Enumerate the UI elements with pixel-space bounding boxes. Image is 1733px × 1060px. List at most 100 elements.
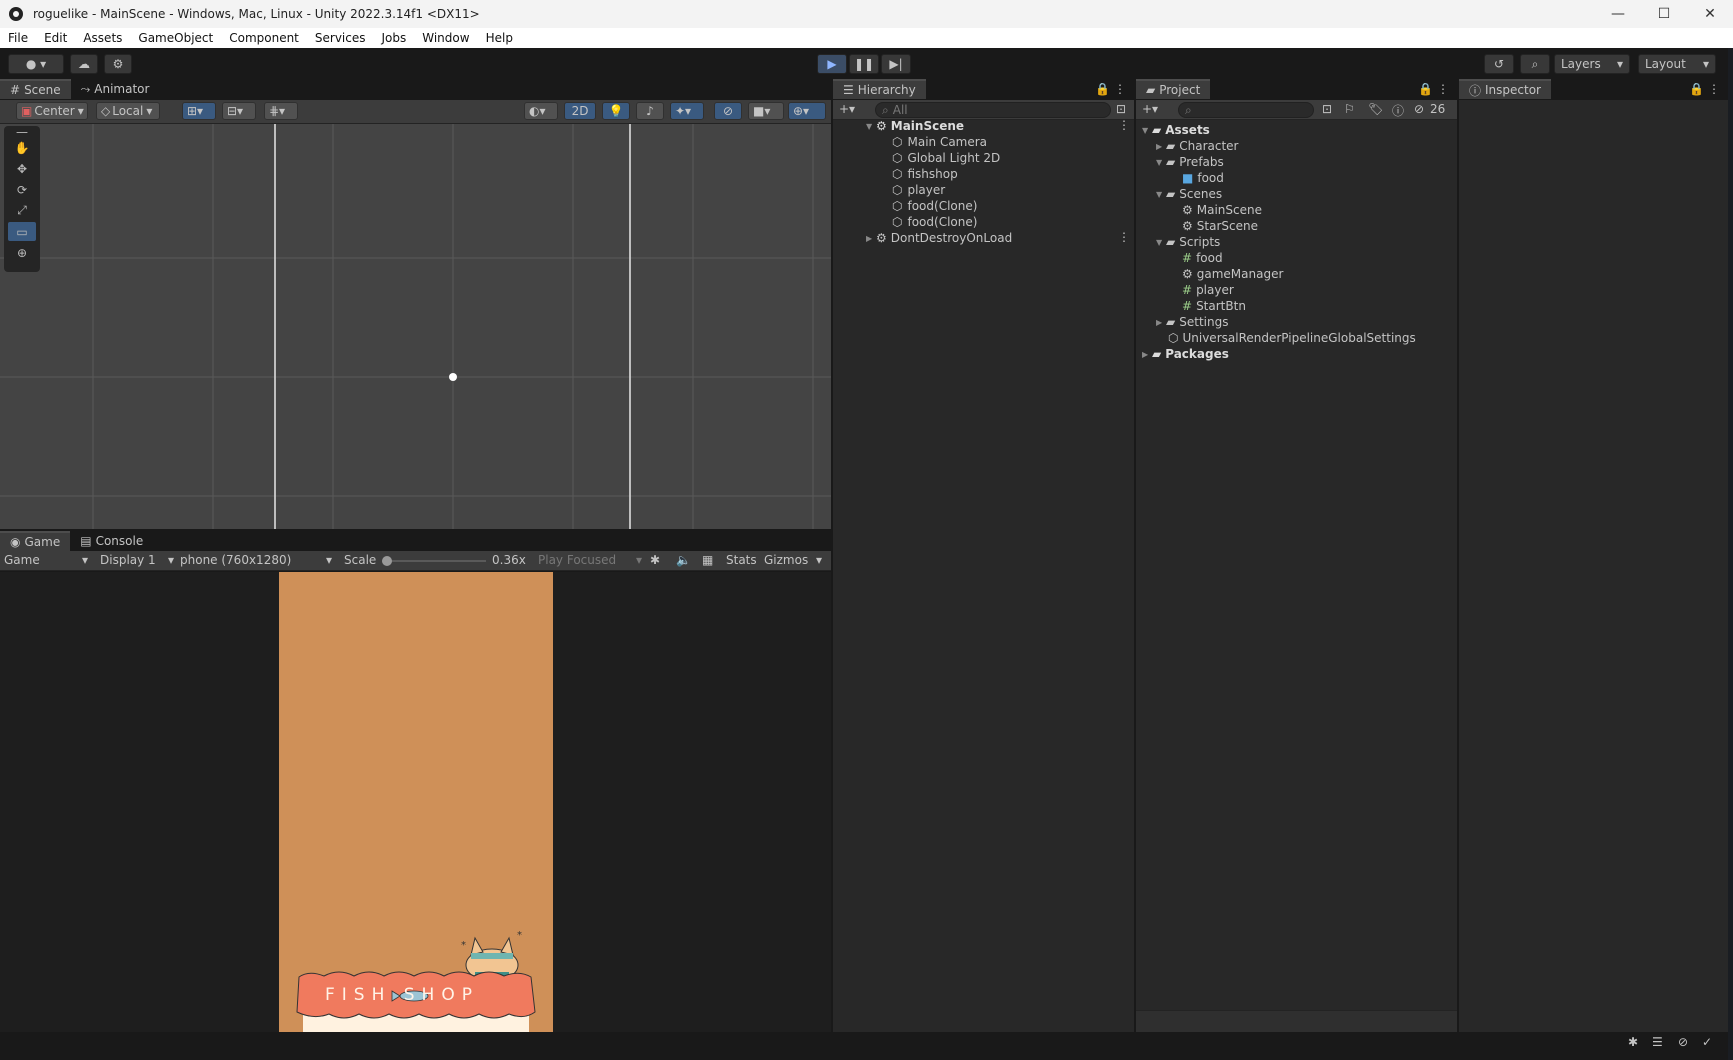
effects-dropdown[interactable]: ✦▾ xyxy=(670,102,704,120)
audio-toggle[interactable]: ♪ xyxy=(636,102,664,120)
tools-handle[interactable]: — xyxy=(8,125,36,139)
menu-services[interactable]: Services xyxy=(307,31,374,45)
project-row-scenes[interactable]: ▼ ▰ Scenes xyxy=(1156,186,1222,202)
resolution-dropdown[interactable]: phone (760x1280) ▾ xyxy=(180,553,332,567)
network-icon[interactable]: ⊘ xyxy=(1678,1035,1688,1049)
menu-window[interactable]: Window xyxy=(414,31,477,45)
collab-button[interactable]: ⚙ xyxy=(104,54,132,74)
step-button[interactable]: ▶| xyxy=(881,54,911,74)
rect-tool-icon[interactable]: ▭ xyxy=(8,222,36,241)
project-row-script-gamemanager[interactable]: ⚙ gameManager xyxy=(1182,266,1283,282)
tab-animator[interactable]: ⤳ Animator xyxy=(71,79,160,99)
hand-tool-icon[interactable]: ✋ xyxy=(8,138,36,157)
undo-history-button[interactable]: ↺ xyxy=(1484,54,1514,74)
keyboard-icon[interactable]: ▦ xyxy=(702,553,713,567)
menu-jobs[interactable]: Jobs xyxy=(374,31,415,45)
move-tool-icon[interactable]: ✥ xyxy=(8,159,36,178)
project-row-prefabs[interactable]: ▼ ▰ Prefabs xyxy=(1156,154,1224,170)
scale-slider-thumb[interactable] xyxy=(382,556,392,566)
filter-type-icon[interactable]: ⚐ xyxy=(1344,102,1355,116)
gizmos-dropdown[interactable]: ⊕▾ xyxy=(788,102,826,120)
project-row-packages[interactable]: ▶ ▰ Packages xyxy=(1142,346,1229,362)
display-dropdown[interactable]: Display 1 ▾ xyxy=(100,553,174,567)
lock-icon[interactable]: 🔒 xyxy=(1418,82,1433,96)
cloud-button[interactable]: ☁ xyxy=(70,54,98,74)
project-row-assets[interactable]: ▼ ▰ Assets xyxy=(1142,122,1210,138)
project-row-script-player[interactable]: # player xyxy=(1182,282,1234,298)
play-focus-dropdown[interactable]: Play Focused ▾ xyxy=(538,553,642,567)
expand-arrow-icon[interactable]: ▶ xyxy=(1156,142,1166,151)
hierarchy-item[interactable]: ⬡ player xyxy=(892,182,945,198)
expand-arrow-icon[interactable]: ▼ xyxy=(1156,238,1166,247)
tab-console[interactable]: ▤ Console xyxy=(70,531,153,551)
expand-arrow-icon[interactable]: ▶ xyxy=(866,234,876,243)
gizmos-button[interactable]: Gizmos xyxy=(764,553,808,567)
info-icon[interactable]: ⓘ xyxy=(1392,102,1404,119)
search-by-icon[interactable]: ⊡ xyxy=(1116,102,1126,116)
expand-arrow-icon[interactable]: ▼ xyxy=(1156,190,1166,199)
mute-audio-icon[interactable]: 🔈 xyxy=(676,553,691,567)
pivot-dropdown[interactable]: ▣ Center ▾ xyxy=(16,102,88,120)
menu-edit[interactable]: Edit xyxy=(36,31,75,45)
tab-game[interactable]: ◉ Game xyxy=(0,531,71,551)
scene-visibility-toggle[interactable]: ⊘ xyxy=(714,102,742,120)
stats-button[interactable]: Stats xyxy=(726,553,757,567)
add-create-icon[interactable]: +▾ xyxy=(839,102,855,116)
game-view[interactable]: * * FISH SHOP xyxy=(0,572,831,1032)
project-row-scene-main[interactable]: ⚙ MainScene xyxy=(1182,202,1262,218)
check-icon[interactable]: ✓ xyxy=(1702,1035,1712,1049)
shading-dropdown[interactable]: ◐▾ xyxy=(524,102,558,120)
filter-label-icon[interactable]: 🏷 xyxy=(1368,102,1383,116)
expand-arrow-icon[interactable]: ▼ xyxy=(866,122,876,131)
expand-arrow-icon[interactable]: ▶ xyxy=(1142,350,1152,359)
lock-icon[interactable]: 🔒 xyxy=(1095,82,1110,96)
hierarchy-item[interactable]: ⬡ food(Clone) xyxy=(892,198,977,214)
project-row-scripts[interactable]: ▼ ▰ Scripts xyxy=(1156,234,1220,250)
project-search-input[interactable]: ⌕ xyxy=(1178,102,1314,118)
space-dropdown[interactable]: ◇ Local ▾ xyxy=(96,102,160,120)
add-create-icon[interactable]: +▾ xyxy=(1142,102,1158,116)
hierarchy-search-input[interactable]: ⌕ All xyxy=(875,102,1111,118)
tab-project[interactable]: ▰ Project xyxy=(1136,79,1211,99)
bug-icon[interactable]: ✱ xyxy=(650,553,660,567)
mode-2d-toggle[interactable]: 2D xyxy=(564,102,596,120)
camera-dropdown[interactable]: ■▾ xyxy=(748,102,784,120)
project-row-urp[interactable]: ⬡ UniversalRenderPipelineGlobalSettings xyxy=(1168,330,1416,346)
pause-button[interactable]: ❚❚ xyxy=(849,54,879,74)
project-row-prefab-food[interactable]: ■ food xyxy=(1182,170,1224,186)
search-button[interactable]: ⌕ xyxy=(1520,54,1550,74)
tab-hierarchy[interactable]: ☰ Hierarchy xyxy=(833,79,926,99)
account-dropdown[interactable]: ● ▾ xyxy=(8,54,64,74)
project-row-script-food[interactable]: # food xyxy=(1182,250,1223,266)
expand-arrow-icon[interactable]: ▼ xyxy=(1156,158,1166,167)
close-button[interactable]: ✕ xyxy=(1687,0,1733,28)
hierarchy-item[interactable]: ⬡ food(Clone) xyxy=(892,214,977,230)
transform-tool-icon[interactable]: ⊕ xyxy=(8,243,36,262)
project-row-settings[interactable]: ▶ ▰ Settings xyxy=(1156,314,1228,330)
menu-file[interactable]: File xyxy=(0,31,36,45)
cache-icon[interactable]: ☰ xyxy=(1652,1035,1663,1049)
menu-component[interactable]: Component xyxy=(221,31,307,45)
ddol-row[interactable]: ▶ ⚙ DontDestroyOnLoad xyxy=(866,230,1012,246)
menu-gameobject[interactable]: GameObject xyxy=(130,31,221,45)
kebab-menu-icon[interactable]: ⋮ xyxy=(1708,82,1720,96)
scene-view[interactable] xyxy=(0,124,831,529)
expand-arrow-icon[interactable]: ▼ xyxy=(1142,126,1152,135)
scale-tool-icon[interactable]: ⤢ xyxy=(8,201,36,220)
hierarchy-item[interactable]: ⬡ Main Camera xyxy=(892,134,987,150)
project-row-scene-star[interactable]: ⚙ StarScene xyxy=(1182,218,1258,234)
grid-snap-toggle[interactable]: ⊟▾ xyxy=(222,102,256,120)
snap-toggle[interactable]: ⊞▾ xyxy=(182,102,216,120)
project-row-character[interactable]: ▶ ▰ Character xyxy=(1156,138,1238,154)
increment-snap-toggle[interactable]: ⋕▾ xyxy=(264,102,298,120)
chevron-down-icon[interactable]: ▾ xyxy=(816,553,822,567)
search-by-icon[interactable]: ⊡ xyxy=(1322,102,1332,116)
tab-inspector[interactable]: ⓘ Inspector xyxy=(1459,79,1551,99)
project-row-script-startbtn[interactable]: # StartBtn xyxy=(1182,298,1246,314)
kebab-menu-icon[interactable]: ⋮ xyxy=(1114,82,1126,96)
menu-help[interactable]: Help xyxy=(478,31,521,45)
tab-scene[interactable]: # Scene xyxy=(0,79,71,99)
ddol-kebab-icon[interactable]: ⋮ xyxy=(1118,230,1130,244)
minimize-button[interactable]: — xyxy=(1595,0,1641,28)
kebab-menu-icon[interactable]: ⋮ xyxy=(1437,82,1449,96)
